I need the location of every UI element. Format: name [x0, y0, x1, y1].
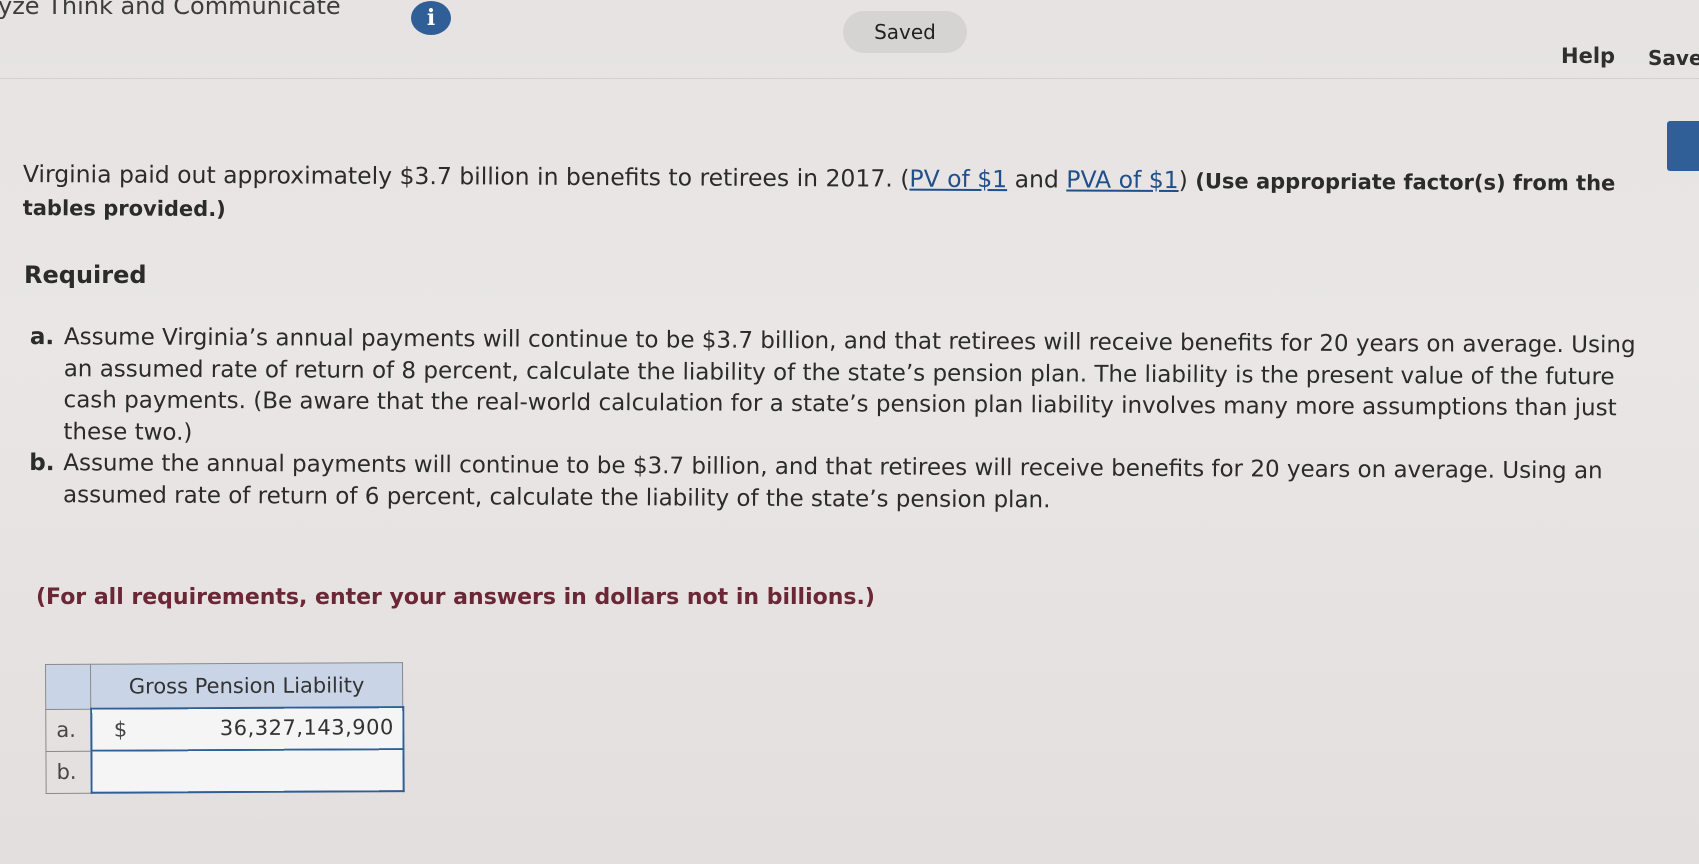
table-corner	[45, 664, 91, 709]
requirement-text: Assume the annual payments will continue…	[63, 450, 1603, 513]
requirement-letter: b.	[29, 449, 55, 477]
gross-pension-liability-header: Gross Pension Liability	[90, 662, 403, 709]
save-button[interactable]: Save	[1648, 46, 1699, 70]
required-heading: Required	[24, 261, 147, 289]
row-label-a: a.	[45, 708, 91, 751]
requirement-a: a. Assume Virginia’s annual payments wil…	[29, 322, 1670, 457]
requirement-text: Assume Virginia’s annual payments will c…	[63, 324, 1636, 446]
currency-symbol: $	[113, 717, 128, 742]
row-label-b: b.	[45, 750, 92, 793]
answer-input-a[interactable]: $ 36,327,143,900	[90, 707, 403, 751]
help-button[interactable]: Help	[1561, 44, 1615, 68]
answer-table: Gross Pension Liability a. $ 36,327,143,…	[45, 662, 404, 794]
top-bar: yze Think and Communicate i Saved Help S…	[0, 0, 1699, 79]
requirements-list: a. Assume Virginia’s annual payments wil…	[29, 322, 1670, 520]
pv-of-1-link[interactable]: PV of $1	[909, 165, 1007, 194]
table-row: a. $ 36,327,143,900	[45, 707, 403, 751]
saved-status-badge: Saved	[843, 11, 967, 53]
info-icon[interactable]: i	[411, 1, 451, 35]
assignment-title: yze Think and Communicate	[0, 0, 341, 20]
pva-of-1-link[interactable]: PVA of $1	[1066, 165, 1178, 194]
intro-text: Virginia paid out approximately $3.7 bil…	[22, 159, 910, 193]
and-text: and	[1007, 165, 1067, 194]
close-paren: )	[1178, 166, 1196, 195]
side-panel-tab[interactable]	[1667, 121, 1699, 171]
question-intro: Virginia paid out approximately $3.7 bil…	[23, 158, 1683, 233]
table-header-row: Gross Pension Liability	[45, 662, 403, 709]
answer-value-a: 36,327,143,900	[219, 715, 394, 741]
requirement-letter: a.	[29, 323, 55, 351]
answer-note: (For all requirements, enter your answer…	[36, 585, 875, 610]
answer-input-b[interactable]	[90, 749, 404, 793]
table-row: b.	[45, 749, 404, 793]
requirement-b: b. Assume the annual payments will conti…	[29, 448, 1669, 520]
